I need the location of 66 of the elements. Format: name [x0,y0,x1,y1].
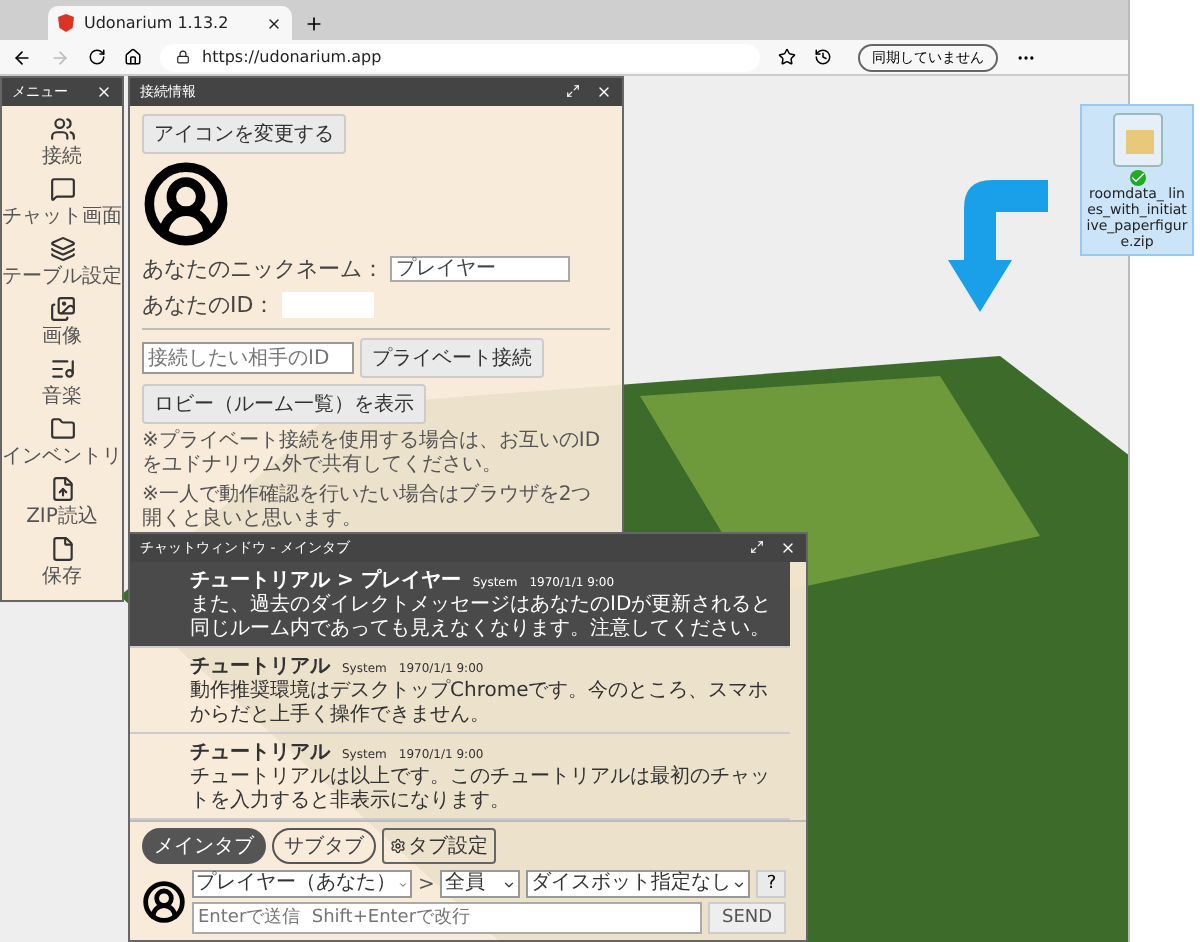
lock-icon [176,50,190,64]
menu-item-icon [49,176,75,202]
address-bar[interactable]: https://udonarium.app [160,43,760,71]
back-icon[interactable] [12,47,32,67]
menu-item[interactable]: 接続 [42,116,82,170]
message-text: チュートリアルは以上です。このチュートリアルは最初のチャットを入力すると非表示になります。 [190,766,772,814]
menu-item-icon [49,116,75,142]
down-arrow-icon [948,180,1048,312]
close-icon[interactable] [266,15,282,31]
chat-input[interactable]: Enterで送信 Shift+Enterで改行 [192,902,702,934]
menu-item[interactable]: インベントリ [2,416,122,470]
tab-settings-button[interactable]: タブ設定 [382,828,496,864]
browser-tab[interactable]: Udonarium 1.13.2 [48,6,292,40]
menu-item[interactable]: 画像 [42,296,82,350]
avatar-icon [142,880,186,924]
id-label: あなたのID： [142,290,276,320]
sender-name: チュートリアル [190,740,330,766]
sender-select[interactable]: プレイヤー（あなた） [192,870,412,898]
app-logo-icon [58,14,74,32]
note-text: ※一人で動作確認を行いたい場合はブラウザを2つ開くと良いと思います。 [142,484,594,532]
chevron-down-icon [502,877,517,891]
menu-item-icon [49,536,75,562]
home-icon[interactable] [124,48,142,66]
help-button[interactable]: ? [756,870,787,898]
gear-icon [390,838,406,854]
menu-item[interactable]: チャット画面 [2,176,122,230]
sender-name: チュートリアル [190,654,330,679]
menu-item[interactable]: 保存 [42,536,82,590]
url-text: https://udonarium.app [202,48,382,66]
dicebot-select[interactable]: ダイスボット指定なし [526,870,751,898]
check-icon [1129,170,1145,186]
menu-item[interactable]: ZIP読込 [26,476,98,530]
menu-item-icon [49,476,75,502]
sender-name: チュートリアル > プレイヤー [190,566,461,593]
reload-icon[interactable] [88,48,106,66]
history-icon[interactable] [814,48,832,66]
peer-id-field[interactable]: 接続したい相手のID [142,342,354,374]
menu-item-icon [49,296,75,322]
chevron-down-icon [398,877,408,891]
arrow-text: > [418,873,435,895]
nickname-field[interactable]: プレイヤー [390,256,570,282]
menu-item-icon [49,236,75,262]
maximize-icon[interactable] [566,84,580,98]
menu-item-icon [49,356,75,382]
message-text: また、過去のダイレクトメッセージはあなたのIDが更新されると同じルーム内であっても見えなくなります。注意してください。 [190,594,774,642]
change-icon-button[interactable]: アイコンを変更する [142,114,346,154]
zip-file-icon [1109,110,1165,170]
menu-item[interactable]: テーブル設定 [2,236,122,290]
nickname-label: あなたのニックネーム： [142,254,384,284]
avatar-icon [142,160,230,248]
menu-item-icon [49,416,75,442]
id-value-field [281,292,374,318]
send-button[interactable]: SEND [708,902,787,934]
new-tab-icon[interactable] [304,14,324,34]
note-text: ※プライベート接続を使用する場合は、お互いのIDをユドナリウム外で共有してください。 [142,430,603,478]
message-text: 動作推奨環境はデスクトップChromeです。今のところ、スマホからだと上手く操作できません。 [190,680,771,728]
chat-tab[interactable]: メインタブ [142,828,266,864]
menu-item[interactable]: 音楽 [42,356,82,410]
lobby-button[interactable]: ロビー（ルーム一覧）を表示 [142,384,426,424]
chevron-down-icon [732,877,747,891]
favorites-icon[interactable] [778,48,796,66]
maximize-icon[interactable] [750,540,764,554]
tab-title: Udonarium 1.13.2 [84,14,231,32]
private-connect-button[interactable]: プライベート接続 [360,338,544,378]
target-select[interactable]: 全員 [440,870,521,898]
chat-tab[interactable]: サブタブ [272,828,376,864]
